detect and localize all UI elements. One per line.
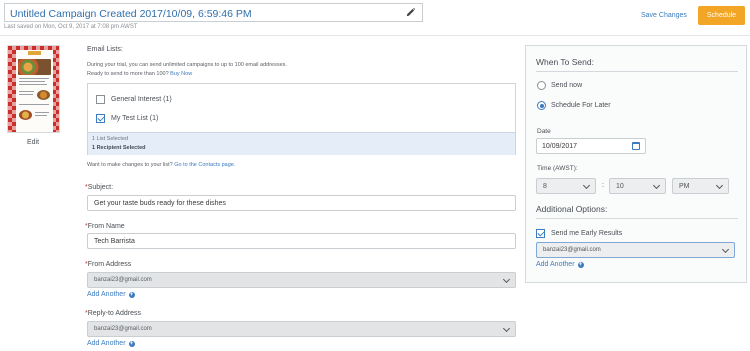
preview-food-image xyxy=(18,59,51,75)
subject-value: Get your taste buds ready for these dish… xyxy=(94,200,226,207)
preview-text-line xyxy=(19,104,49,105)
subject-input[interactable]: Get your taste buds ready for these dish… xyxy=(87,195,516,211)
campaign-title: Untitled Campaign Created 2017/10/09, 6:… xyxy=(10,8,252,20)
reply-to-value: banzai23@gmail.com xyxy=(94,326,152,332)
save-changes-link[interactable]: Save Changes xyxy=(641,12,687,19)
header-divider xyxy=(0,35,750,36)
edit-link[interactable]: Edit xyxy=(27,139,39,146)
minute-value: 10 xyxy=(616,183,624,190)
change-note-text: Want to make changes to your list? xyxy=(87,162,173,168)
change-list-note: Want to make changes to your list? Go to… xyxy=(87,162,235,168)
additional-options-title: Additional Options: xyxy=(536,204,608,214)
ready-note: Ready to send to more than 100? xyxy=(87,71,169,77)
from-name-value: Tech Barrista xyxy=(94,238,135,245)
send-now-label: Send now xyxy=(551,82,583,89)
pencil-icon[interactable] xyxy=(405,7,416,18)
preview-text-line xyxy=(19,94,33,95)
hour-value: 8 xyxy=(543,183,547,190)
reply-to-label-text: Reply-to Address xyxy=(87,310,142,317)
preview-food-image xyxy=(37,90,50,100)
contacts-page-link[interactable]: Go to the Contacts page. xyxy=(174,162,235,168)
plus-circle-icon: + xyxy=(128,291,135,298)
preview-logo xyxy=(28,51,41,55)
send-now-radio[interactable] xyxy=(537,81,546,90)
early-results-label: Send me Early Results xyxy=(551,229,623,237)
last-saved-text: Last saved on Mon, Oct 9, 2017 at 7:08 p… xyxy=(4,24,138,30)
add-another-label: Add Another xyxy=(536,261,575,268)
preview-text-line xyxy=(19,84,47,85)
minute-select[interactable]: 10 xyxy=(609,178,666,194)
panel-divider xyxy=(536,71,738,72)
chevron-down-icon xyxy=(502,324,511,333)
schedule-later-radio[interactable] xyxy=(537,101,546,110)
trial-note: During your trial, you can send unlimite… xyxy=(87,62,287,68)
from-address-label-text: From Address xyxy=(87,261,132,268)
panel-divider xyxy=(536,218,738,219)
time-label: Time (AWST): xyxy=(537,165,578,172)
subject-label-text: Subject: xyxy=(87,184,114,191)
calendar-icon[interactable] xyxy=(632,142,640,150)
from-name-input[interactable]: Tech Barrista xyxy=(87,233,516,249)
chevron-down-icon xyxy=(721,245,730,254)
send-now-option[interactable]: Send now xyxy=(537,81,582,90)
campaign-title-field[interactable]: Untitled Campaign Created 2017/10/09, 6:… xyxy=(4,3,423,22)
preview-paper xyxy=(16,50,53,132)
early-results-add-another[interactable]: Add Another + xyxy=(536,261,584,268)
preview-text-line xyxy=(35,112,49,113)
ampm-value: PM xyxy=(679,183,690,190)
when-to-send-title: When To Send: xyxy=(536,57,594,67)
chevron-down-icon xyxy=(502,275,511,284)
schedule-button[interactable]: Schedule xyxy=(698,6,745,25)
ready-note-line: Ready to send to more than 100? Buy Now xyxy=(87,71,192,77)
list-checkbox[interactable] xyxy=(96,113,105,123)
subject-label: *Subject: xyxy=(85,184,113,191)
preview-food-image xyxy=(19,110,32,120)
lists-selected-count: 1 List Selected xyxy=(92,136,129,142)
from-name-label-text: From Name xyxy=(87,223,125,230)
chevron-down-icon xyxy=(715,181,724,190)
early-results-option[interactable]: Send me Early Results xyxy=(536,228,622,238)
time-separator: : xyxy=(602,182,604,189)
add-another-label: Add Another xyxy=(87,291,126,298)
list-item-label: General Interest (1) xyxy=(111,95,172,103)
reply-to-add-another[interactable]: Add Another + xyxy=(87,340,135,347)
list-item-label: My Test List (1) xyxy=(111,114,159,122)
early-results-email-value: banzai23@gmail.com xyxy=(543,247,601,253)
plus-circle-icon: + xyxy=(128,340,135,347)
schedule-later-option[interactable]: Schedule For Later xyxy=(537,101,611,110)
hour-select[interactable]: 8 xyxy=(536,178,596,194)
list-item[interactable]: General Interest (1) xyxy=(96,94,172,104)
plus-circle-icon: + xyxy=(577,261,584,268)
email-preview-thumbnail[interactable] xyxy=(7,45,60,133)
preview-text-line xyxy=(19,78,49,79)
add-another-label: Add Another xyxy=(87,340,126,347)
email-lists-label: Email Lists: xyxy=(87,46,123,53)
from-address-select[interactable]: banzai23@gmail.com xyxy=(87,272,516,288)
preview-text-line xyxy=(35,115,47,116)
date-label: Date xyxy=(537,128,551,135)
preview-text-line xyxy=(19,91,34,92)
from-address-add-another[interactable]: Add Another + xyxy=(87,291,135,298)
recipients-selected-count: 1 Recipient Selected xyxy=(92,145,146,151)
from-address-value: banzai23@gmail.com xyxy=(94,277,152,283)
list-selection-summary: 1 List Selected 1 Recipient Selected xyxy=(88,132,515,155)
chevron-down-icon xyxy=(652,181,661,190)
email-lists-box: General Interest (1) My Test List (1) 1 … xyxy=(87,83,516,155)
ampm-select[interactable]: PM xyxy=(672,178,729,194)
early-results-email-select[interactable]: banzai23@gmail.com xyxy=(536,242,735,258)
from-address-label: *From Address xyxy=(85,261,131,268)
chevron-down-icon xyxy=(582,181,591,190)
buy-now-link[interactable]: Buy Now xyxy=(170,71,192,77)
preview-text-line xyxy=(19,81,45,82)
schedule-later-label: Schedule For Later xyxy=(551,102,611,109)
reply-to-select[interactable]: banzai23@gmail.com xyxy=(87,321,516,337)
early-results-checkbox[interactable] xyxy=(536,228,545,238)
reply-to-label: *Reply-to Address xyxy=(85,310,141,317)
list-checkbox[interactable] xyxy=(96,94,105,104)
from-name-label: *From Name xyxy=(85,223,125,230)
list-item[interactable]: My Test List (1) xyxy=(96,113,158,123)
date-input[interactable]: 10/09/2017 xyxy=(536,138,646,154)
send-options-panel: When To Send: Send now Schedule For Late… xyxy=(525,45,747,283)
date-value: 10/09/2017 xyxy=(542,143,578,150)
